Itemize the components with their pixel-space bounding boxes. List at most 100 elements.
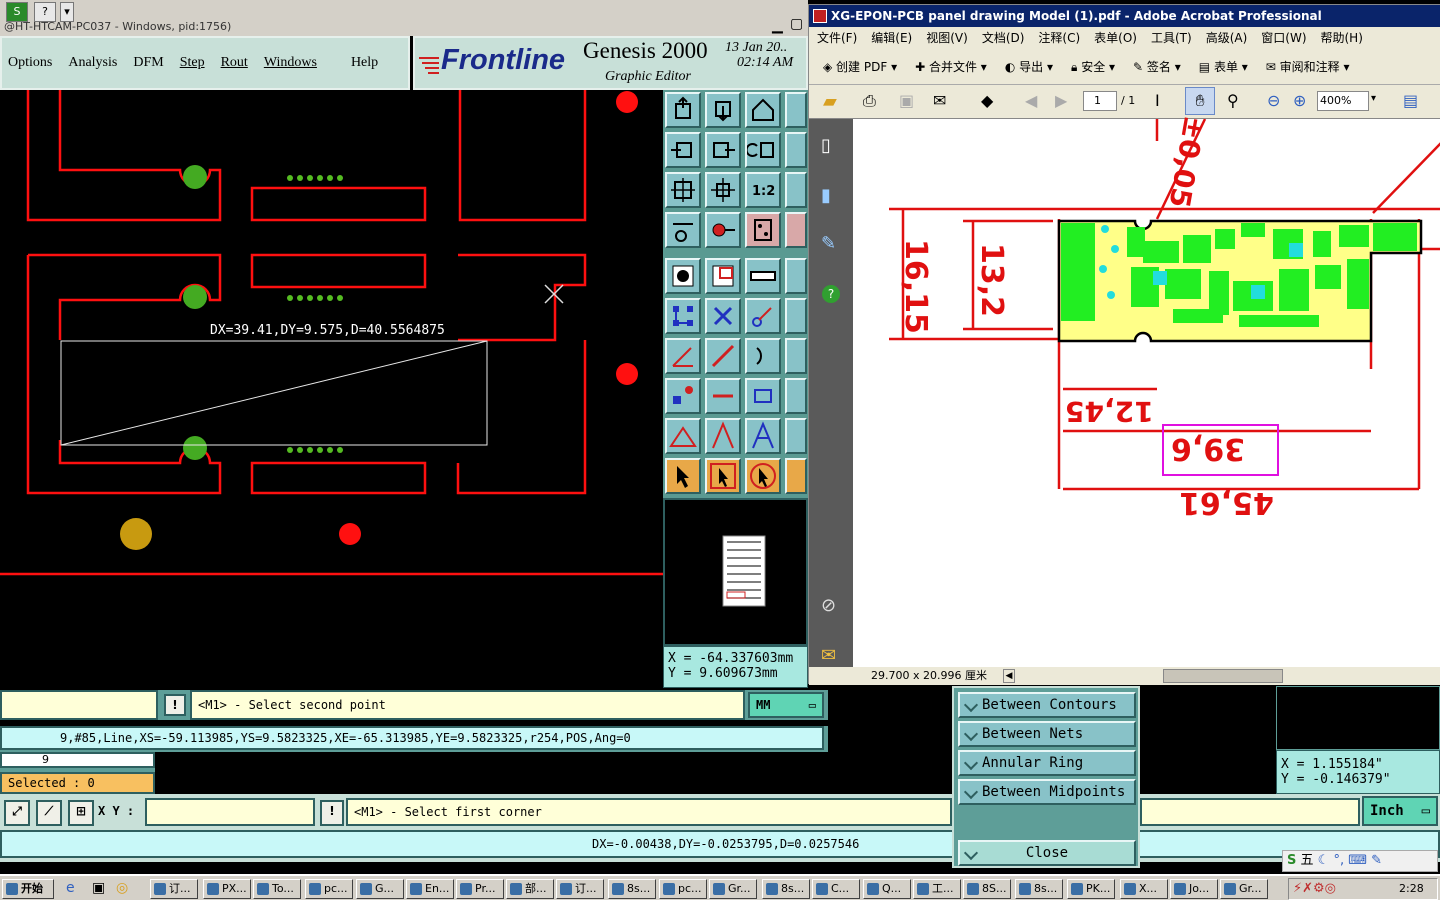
- bookmarks-icon[interactable]: ▮: [821, 185, 831, 206]
- menu-help[interactable]: Help: [351, 55, 378, 71]
- triangle-icon[interactable]: [665, 418, 701, 454]
- zoom-in-icon[interactable]: ⊕: [1293, 91, 1306, 110]
- maximize-icon[interactable]: ▢: [790, 16, 803, 32]
- pdf-page[interactable]: 16,15 13,2 12,45 39,6 45,61 ±0,05: [853, 113, 1440, 667]
- taskbar-item[interactable]: G...: [356, 879, 404, 899]
- grid-icon[interactable]: ⊞: [68, 800, 94, 826]
- snap-icon[interactable]: [665, 212, 701, 248]
- attachment-icon[interactable]: ⊘: [821, 595, 836, 616]
- comments-icon[interactable]: ✉: [821, 645, 836, 666]
- graphic-editor-canvas[interactable]: DX=39.41,DY=9.575,D=40.5564875: [0, 90, 663, 688]
- save-icon[interactable]: ▣: [899, 91, 914, 110]
- panel-overview[interactable]: [663, 498, 808, 646]
- tool-extra-icon[interactable]: [785, 212, 807, 248]
- tool-bottom-icon[interactable]: [705, 92, 741, 128]
- select-feature-icon[interactable]: [665, 258, 701, 294]
- arc-icon[interactable]: [745, 338, 781, 374]
- pcb-drawing[interactable]: [0, 90, 663, 688]
- select-text-icon[interactable]: I: [1155, 91, 1160, 110]
- prev-page-icon[interactable]: ◀: [1025, 91, 1037, 110]
- zoom-tool-icon[interactable]: ⚲: [1227, 91, 1239, 110]
- tool-right-icon[interactable]: [705, 132, 741, 168]
- measure-ruler-icon[interactable]: [745, 258, 781, 294]
- taskbar-item[interactable]: PK...: [1067, 879, 1115, 899]
- taskbar-item[interactable]: 订...: [556, 879, 604, 899]
- taskbar-item[interactable]: pc...: [305, 879, 353, 899]
- select-area-icon[interactable]: [705, 258, 741, 294]
- spacing-icon[interactable]: [745, 378, 781, 414]
- menu-options[interactable]: Options: [8, 55, 52, 71]
- horizontal-line-icon[interactable]: [705, 378, 741, 414]
- taskbar-item[interactable]: 订...: [150, 879, 198, 899]
- info-button-2[interactable]: !: [320, 800, 344, 826]
- menu-file[interactable]: 文件(F): [817, 27, 857, 49]
- menu-document[interactable]: 文档(D): [982, 27, 1025, 49]
- help-tool-icon[interactable]: [785, 172, 807, 208]
- app-icon[interactable]: S: [6, 2, 28, 22]
- line-icon[interactable]: [705, 338, 741, 374]
- home-icon[interactable]: [745, 92, 781, 128]
- export-button[interactable]: ◐ 导出 ▾: [1005, 58, 1053, 75]
- tool-top-icon[interactable]: [665, 92, 701, 128]
- fit-screen-icon[interactable]: [665, 172, 701, 208]
- layer-number[interactable]: 9: [0, 752, 155, 768]
- tool-shape-icon[interactable]: [785, 418, 807, 454]
- tool-arc-icon[interactable]: [785, 338, 807, 374]
- taskbar-item[interactable]: X...: [1120, 879, 1168, 899]
- taskbar-item[interactable]: C...: [812, 879, 860, 899]
- scroll-left-icon[interactable]: ◀: [1003, 669, 1015, 683]
- xy-input[interactable]: [145, 798, 315, 826]
- menu-between-midpoints[interactable]: Between Midpoints: [958, 779, 1136, 805]
- quicklaunch-icon[interactable]: ◎: [116, 880, 128, 896]
- input-field[interactable]: [0, 690, 158, 720]
- taskbar-item[interactable]: Gr...: [1220, 879, 1268, 899]
- menu-rout[interactable]: Rout: [221, 55, 248, 71]
- create-pdf-button[interactable]: ◈ 创建 PDF ▾: [823, 58, 897, 75]
- menu-view[interactable]: 视图(V): [926, 27, 968, 49]
- desktop-icon[interactable]: ▣: [92, 880, 105, 896]
- tool-page-icon[interactable]: [785, 92, 807, 128]
- zoom-input[interactable]: 400%: [1317, 91, 1369, 111]
- menu-windows[interactable]: Windows: [264, 55, 317, 71]
- units-inch-dropdown[interactable]: Inch ▭: [1362, 796, 1438, 826]
- ime-toolbar[interactable]: S 五 ☾ °, ⌨ ✎: [1282, 850, 1438, 872]
- page-number-input[interactable]: 1: [1083, 91, 1117, 111]
- security-button[interactable]: 🔒︎ 安全 ▾: [1071, 58, 1115, 75]
- taskbar-item[interactable]: 8S...: [963, 879, 1011, 899]
- angle-icon[interactable]: [665, 338, 701, 374]
- pointer-circle-icon[interactable]: [745, 458, 781, 494]
- ratio-1-2-icon[interactable]: 1:2: [745, 172, 781, 208]
- taskbar-item[interactable]: Jo...: [1170, 879, 1218, 899]
- ie-icon[interactable]: e: [66, 880, 75, 896]
- menu-annular-ring[interactable]: Annular Ring: [958, 750, 1136, 776]
- zoom-dropdown-icon[interactable]: ▾: [1371, 93, 1376, 104]
- info-button[interactable]: !: [164, 694, 186, 716]
- tool-pointer-icon[interactable]: [785, 458, 807, 494]
- print-production-icon[interactable]: ◆: [981, 91, 993, 110]
- taskbar-item[interactable]: En...: [406, 879, 454, 899]
- taskbar-item[interactable]: Pr...: [456, 879, 504, 899]
- pages-icon[interactable]: ▯: [821, 135, 831, 156]
- menu-dfm[interactable]: DFM: [133, 55, 163, 71]
- taskbar-item[interactable]: Q...: [863, 879, 911, 899]
- taskbar-item[interactable]: 8s...: [608, 879, 656, 899]
- close-button[interactable]: Close: [958, 840, 1136, 866]
- layers-tool-icon[interactable]: [745, 212, 781, 248]
- menu-comments[interactable]: 注释(C): [1038, 27, 1080, 49]
- pointer-box-icon[interactable]: [705, 458, 741, 494]
- menu-advanced[interactable]: 高级(A): [1206, 27, 1248, 49]
- sign-button[interactable]: ✎ 签名 ▾: [1133, 58, 1181, 75]
- taskbar-item[interactable]: To...: [253, 879, 301, 899]
- point-to-point-icon[interactable]: [745, 298, 781, 334]
- taskbar-item[interactable]: 部...: [506, 879, 554, 899]
- taskbar-item[interactable]: 8s...: [762, 879, 810, 899]
- menu-tools[interactable]: 工具(T): [1151, 27, 1192, 49]
- pointer-icon[interactable]: [665, 458, 701, 494]
- a-shape-alt-icon[interactable]: [745, 418, 781, 454]
- taskbar-item[interactable]: Gr...: [709, 879, 757, 899]
- menu-forms[interactable]: 表单(O): [1094, 27, 1137, 49]
- measure-icon[interactable]: ⟋: [36, 800, 62, 826]
- help-circle-icon[interactable]: ?: [822, 285, 840, 303]
- open-folder-icon[interactable]: ▰: [823, 91, 837, 112]
- center-icon[interactable]: [705, 172, 741, 208]
